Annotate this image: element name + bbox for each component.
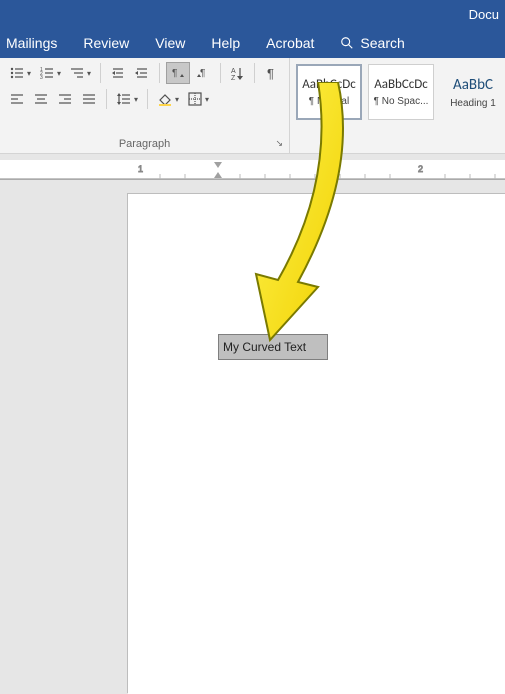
- show-hide-marks-button[interactable]: ¶: [261, 62, 283, 84]
- chevron-down-icon: ▾: [87, 69, 91, 78]
- ribbon-tabs: Mailings Review View Help Acrobat Search: [0, 28, 505, 58]
- increase-indent-button[interactable]: [131, 62, 153, 84]
- rtl-text-direction-button[interactable]: ¶: [192, 62, 214, 84]
- separator: [159, 63, 160, 83]
- style-sample: AaBbCcDc: [302, 77, 356, 92]
- selected-text-box[interactable]: My Curved Text: [218, 334, 328, 360]
- align-center-button[interactable]: [30, 88, 52, 110]
- tab-acrobat[interactable]: Acrobat: [266, 35, 314, 51]
- separator: [220, 63, 221, 83]
- numbering-button[interactable]: 123▾: [36, 62, 64, 84]
- search-label: Search: [360, 35, 404, 51]
- style-heading-1[interactable]: AaBbC Heading 1: [440, 64, 505, 120]
- tab-review[interactable]: Review: [83, 35, 129, 51]
- styles-group: AaBbCcDc ¶ Normal AaBbCcDc ¶ No Spac... …: [290, 58, 505, 153]
- separator: [147, 89, 148, 109]
- style-sample: AaBbC: [453, 76, 493, 94]
- document-canvas: 1 2 My Curved Text: [0, 154, 505, 554]
- ruler-mark: 2: [418, 164, 423, 174]
- chevron-down-icon: ▾: [27, 69, 31, 78]
- window-title: Docu: [469, 7, 499, 22]
- separator: [254, 63, 255, 83]
- justify-button[interactable]: [78, 88, 100, 110]
- tab-help[interactable]: Help: [211, 35, 240, 51]
- document-page[interactable]: My Curved Text: [128, 194, 505, 694]
- shading-button[interactable]: ▾: [154, 88, 182, 110]
- svg-text:¶: ¶: [172, 68, 177, 79]
- separator: [106, 89, 107, 109]
- svg-text:Z: Z: [231, 75, 236, 81]
- chevron-down-icon: ▾: [57, 69, 61, 78]
- group-label-paragraph: Paragraph: [0, 138, 289, 150]
- style-normal[interactable]: AaBbCcDc ¶ Normal: [296, 64, 362, 120]
- ribbon: ▾ 123▾ ▾ ¶ ¶ AZ ¶ ▾ ▾ ▾ Paragraph ↘: [0, 58, 505, 154]
- svg-text:3: 3: [40, 75, 43, 81]
- align-left-button[interactable]: [6, 88, 28, 110]
- horizontal-ruler[interactable]: 1 2: [0, 160, 505, 180]
- ruler-mark: 1: [138, 164, 143, 174]
- style-name: ¶ No Spac...: [374, 96, 429, 107]
- borders-button[interactable]: ▾: [184, 88, 212, 110]
- svg-text:¶: ¶: [200, 68, 205, 79]
- chevron-down-icon: ▾: [175, 95, 179, 104]
- paragraph-group: ▾ 123▾ ▾ ¶ ¶ AZ ¶ ▾ ▾ ▾ Paragraph ↘: [0, 58, 290, 153]
- svg-text:¶: ¶: [267, 66, 274, 81]
- tell-me-search[interactable]: Search: [340, 35, 404, 51]
- ltr-text-direction-button[interactable]: ¶: [166, 62, 190, 84]
- style-no-spacing[interactable]: AaBbCcDc ¶ No Spac...: [368, 64, 434, 120]
- bullets-button[interactable]: ▾: [6, 62, 34, 84]
- style-name: Heading 1: [450, 98, 496, 109]
- tab-view[interactable]: View: [155, 35, 185, 51]
- separator: [100, 63, 101, 83]
- textbox-content: My Curved Text: [223, 340, 306, 354]
- style-sample: AaBbCcDc: [374, 77, 428, 92]
- multilevel-list-button[interactable]: ▾: [66, 62, 94, 84]
- indent-marker-icon[interactable]: [214, 162, 222, 178]
- chevron-down-icon: ▾: [205, 95, 209, 104]
- paragraph-dialog-launcher[interactable]: ↘: [275, 138, 283, 149]
- title-bar: Docu: [0, 0, 505, 28]
- svg-text:A: A: [231, 68, 236, 75]
- tab-mailings[interactable]: Mailings: [6, 35, 57, 51]
- chevron-down-icon: ▾: [134, 95, 138, 104]
- sort-button[interactable]: AZ: [226, 62, 248, 84]
- align-right-button[interactable]: [54, 88, 76, 110]
- search-icon: [340, 36, 354, 50]
- decrease-indent-button[interactable]: [107, 62, 129, 84]
- style-name: ¶ Normal: [309, 96, 349, 107]
- line-spacing-button[interactable]: ▾: [113, 88, 141, 110]
